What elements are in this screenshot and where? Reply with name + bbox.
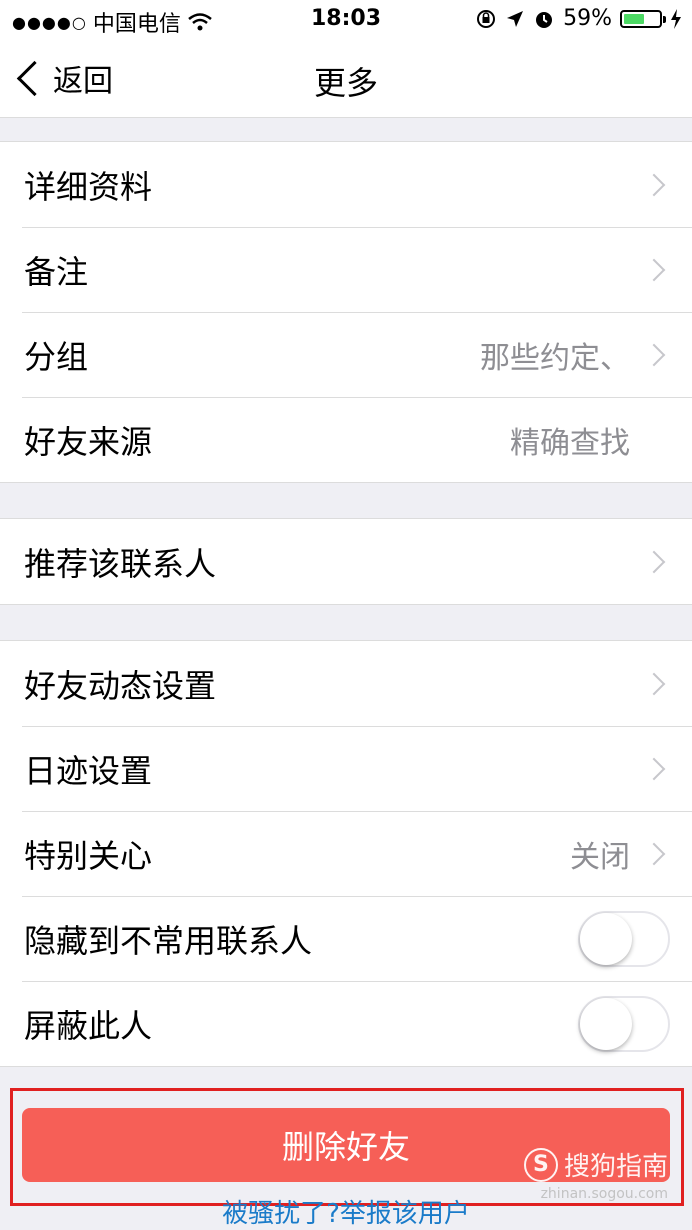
toggle-knob bbox=[580, 997, 632, 1050]
location-icon bbox=[507, 10, 524, 27]
row-detail-info[interactable]: 详细资料 bbox=[0, 142, 692, 227]
row-label: 日迹设置 bbox=[24, 751, 153, 790]
row-label: 好友动态设置 bbox=[24, 666, 217, 705]
chevron-right-icon bbox=[642, 672, 666, 695]
row-label: 详细资料 bbox=[24, 167, 153, 206]
settings-group-profile: 详细资料 备注 分组 那些约定、 好友来源 精确查找 bbox=[0, 141, 692, 483]
row-label: 特别关心 bbox=[24, 836, 153, 875]
watermark: S 搜狗指南 bbox=[523, 1146, 668, 1183]
row-label: 隐藏到不常用联系人 bbox=[24, 921, 313, 960]
settings-group-recommend: 推荐该联系人 bbox=[0, 518, 692, 605]
watermark-text: 搜狗指南 bbox=[563, 1152, 668, 1182]
row-label: 屏蔽此人 bbox=[24, 1006, 153, 1045]
report-user-link[interactable]: 被骚扰了?举报该用户 bbox=[0, 1198, 692, 1230]
chevron-right-icon bbox=[642, 550, 666, 573]
row-value: 关闭 bbox=[570, 839, 630, 875]
row-label: 备注 bbox=[24, 252, 89, 291]
battery-percent: 59% bbox=[563, 6, 612, 31]
toggle-knob bbox=[580, 912, 632, 965]
hide-contact-toggle[interactable] bbox=[578, 910, 670, 967]
row-hide-contact: 隐藏到不常用联系人 bbox=[0, 896, 692, 981]
chevron-right-icon bbox=[642, 343, 666, 366]
alarm-icon bbox=[536, 11, 553, 28]
settings-group-privacy: 好友动态设置 日迹设置 特别关心 关闭 隐藏到不常用联系人 屏蔽此人 bbox=[0, 640, 692, 1067]
chevron-right-icon bbox=[642, 757, 666, 780]
navigation-bar: 返回 更多 bbox=[0, 40, 692, 118]
status-bar: ●●●●○ 中国电信 18:03 59% bbox=[0, 0, 692, 40]
row-friend-source: 好友来源 精确查找 bbox=[0, 397, 692, 482]
charging-bolt-icon bbox=[671, 8, 681, 29]
sogou-logo-icon: S bbox=[523, 1147, 558, 1182]
row-group[interactable]: 分组 那些约定、 bbox=[0, 312, 692, 397]
row-label: 推荐该联系人 bbox=[24, 544, 217, 583]
row-value: 那些约定、 bbox=[480, 340, 630, 376]
row-value: 精确查找 bbox=[510, 425, 630, 461]
row-label: 好友来源 bbox=[24, 422, 153, 461]
block-user-toggle[interactable] bbox=[578, 995, 670, 1052]
chevron-right-icon bbox=[642, 842, 666, 865]
chevron-right-icon bbox=[642, 258, 666, 281]
chevron-right-icon bbox=[642, 173, 666, 196]
row-special-care[interactable]: 特别关心 关闭 bbox=[0, 811, 692, 896]
row-remark[interactable]: 备注 bbox=[0, 227, 692, 312]
status-right: 59% bbox=[475, 6, 682, 31]
row-story-settings[interactable]: 日迹设置 bbox=[0, 726, 692, 811]
page-title: 更多 bbox=[313, 64, 378, 102]
orientation-lock-icon bbox=[477, 9, 496, 28]
battery-icon bbox=[620, 9, 666, 28]
row-recommend-contact[interactable]: 推荐该联系人 bbox=[0, 519, 692, 604]
row-moments-settings[interactable]: 好友动态设置 bbox=[0, 641, 692, 726]
row-label: 分组 bbox=[24, 337, 89, 376]
row-block-user: 屏蔽此人 bbox=[0, 981, 692, 1066]
